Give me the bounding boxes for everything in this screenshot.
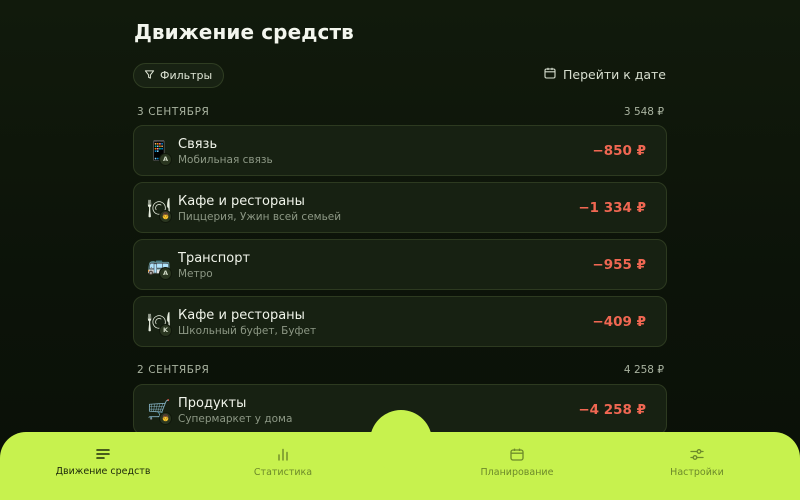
transaction-title: Кафе и рестораны bbox=[178, 308, 305, 323]
transaction-amount: −850 ₽ bbox=[592, 143, 646, 159]
nav-item-transactions[interactable]: Движение средств bbox=[38, 448, 168, 477]
transaction-card[interactable]: 📱 A Связь Мобильная связь −850 ₽ bbox=[133, 125, 667, 176]
section-date: 2 СЕНТЯБРЯ bbox=[137, 364, 210, 376]
transaction-amount: −1 334 ₽ bbox=[578, 200, 646, 216]
filter-icon bbox=[144, 69, 155, 83]
transaction-title: Кафе и рестораны bbox=[178, 194, 305, 209]
sliders-icon bbox=[690, 448, 704, 461]
transaction-card[interactable]: 🍽 K Кафе и рестораны Школьный буфет, Буф… bbox=[133, 296, 667, 347]
section-total: 4 258 ₽ bbox=[623, 364, 664, 376]
account-badge: 👨 bbox=[159, 210, 172, 223]
transaction-title: Связь bbox=[178, 137, 218, 152]
nav-label: Планирование bbox=[480, 467, 554, 478]
transaction-subtitle: Супермаркет у дома bbox=[178, 413, 293, 425]
nav-label: Движение средств bbox=[55, 466, 151, 477]
section-total: 3 548 ₽ bbox=[623, 106, 664, 118]
transaction-subtitle: Школьный буфет, Буфет bbox=[178, 325, 317, 337]
account-badge: K bbox=[159, 324, 172, 337]
calendar-icon bbox=[544, 67, 556, 82]
transaction-subtitle: Метро bbox=[178, 268, 213, 280]
transaction-title: Транспорт bbox=[178, 251, 251, 266]
nav-item-planning[interactable]: Планирование bbox=[452, 448, 582, 478]
transaction-title: Продукты bbox=[178, 396, 247, 411]
filters-button[interactable]: Фильтры bbox=[133, 63, 225, 88]
filters-label: Фильтры bbox=[160, 69, 213, 82]
nav-item-statistics[interactable]: Статистика bbox=[218, 448, 348, 478]
transaction-card[interactable]: 🍽 👨 Кафе и рестораны Пиццерия, Ужин всей… bbox=[133, 182, 667, 233]
list-icon bbox=[96, 448, 110, 460]
nav-label: Настройки bbox=[670, 467, 724, 478]
account-badge: 👨 bbox=[159, 412, 172, 425]
goto-date-button[interactable]: Перейти к дате bbox=[544, 67, 666, 82]
bar-chart-icon bbox=[276, 448, 290, 461]
transaction-subtitle: Пиццерия, Ужин всей семьей bbox=[178, 211, 342, 223]
section-header: 2 СЕНТЯБРЯ 4 258 ₽ bbox=[137, 364, 664, 376]
goto-date-label: Перейти к дате bbox=[562, 67, 666, 82]
transaction-amount: −955 ₽ bbox=[592, 257, 646, 273]
account-badge: A bbox=[159, 153, 172, 166]
transaction-subtitle: Мобильная связь bbox=[178, 154, 273, 166]
calendar-icon bbox=[510, 448, 524, 461]
transaction-card[interactable]: 🚌 A Транспорт Метро −955 ₽ bbox=[133, 239, 667, 290]
page-title: Движение средств bbox=[134, 20, 354, 44]
section-date: 3 СЕНТЯБРЯ bbox=[137, 106, 210, 118]
account-badge: A bbox=[159, 267, 172, 280]
add-transaction-button[interactable] bbox=[370, 410, 432, 472]
nav-label: Статистика bbox=[253, 467, 313, 478]
nav-item-settings[interactable]: Настройки bbox=[632, 448, 762, 478]
transaction-amount: −409 ₽ bbox=[592, 314, 646, 330]
transaction-amount: −4 258 ₽ bbox=[578, 402, 646, 418]
section-header: 3 СЕНТЯБРЯ 3 548 ₽ bbox=[137, 106, 664, 118]
